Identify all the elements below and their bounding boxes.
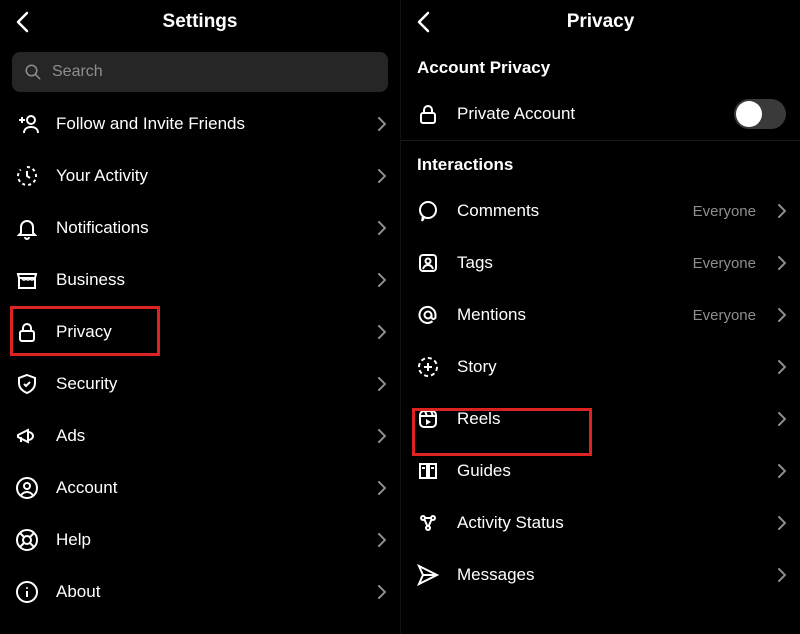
settings-item-security[interactable]: Security — [0, 358, 400, 410]
chevron-right-icon — [778, 464, 786, 478]
chevron-right-icon — [378, 169, 386, 183]
privacy-item-reels[interactable]: Reels — [401, 393, 800, 445]
chevron-right-icon — [378, 533, 386, 547]
storefront-icon — [14, 268, 40, 292]
lock-icon — [415, 102, 441, 126]
chevron-left-icon — [15, 11, 29, 33]
row-label: Your Activity — [56, 166, 362, 186]
settings-list: Follow and Invite Friends Your Activity … — [0, 98, 400, 618]
row-label: Messages — [457, 565, 762, 585]
chevron-right-icon — [778, 204, 786, 218]
send-icon — [415, 563, 441, 587]
chevron-right-icon — [378, 377, 386, 391]
add-user-icon — [14, 112, 40, 136]
search-icon — [24, 63, 42, 81]
chevron-left-icon — [416, 11, 430, 33]
reels-icon — [415, 407, 441, 431]
section-interactions: Interactions — [401, 141, 800, 185]
row-label: Story — [457, 357, 762, 377]
row-label: Security — [56, 374, 362, 394]
private-account-row: Private Account — [401, 88, 800, 140]
privacy-item-tags[interactable]: Tags Everyone — [401, 237, 800, 289]
privacy-header: Privacy — [401, 0, 800, 44]
privacy-item-activity-status[interactable]: Activity Status — [401, 497, 800, 549]
chevron-right-icon — [778, 308, 786, 322]
privacy-item-comments[interactable]: Comments Everyone — [401, 185, 800, 237]
clock-icon — [14, 164, 40, 188]
chevron-right-icon — [378, 325, 386, 339]
row-label: Account — [56, 478, 362, 498]
settings-item-privacy[interactable]: Privacy — [0, 306, 400, 358]
settings-item-activity[interactable]: Your Activity — [0, 150, 400, 202]
tag-person-icon — [415, 251, 441, 275]
row-label: Notifications — [56, 218, 362, 238]
story-icon — [415, 355, 441, 379]
privacy-item-mentions[interactable]: Mentions Everyone — [401, 289, 800, 341]
back-button[interactable] — [411, 10, 435, 34]
chevron-right-icon — [778, 256, 786, 270]
settings-item-notifications[interactable]: Notifications — [0, 202, 400, 254]
privacy-item-guides[interactable]: Guides — [401, 445, 800, 497]
lock-icon — [14, 320, 40, 344]
user-circle-icon — [14, 476, 40, 500]
search-bar[interactable]: Search — [12, 52, 388, 92]
search-placeholder: Search — [52, 63, 103, 81]
settings-item-account[interactable]: Account — [0, 462, 400, 514]
settings-title: Settings — [163, 11, 238, 33]
row-value: Everyone — [693, 307, 756, 324]
bell-icon — [14, 216, 40, 240]
shield-icon — [14, 372, 40, 396]
megaphone-icon — [14, 424, 40, 448]
row-label: Reels — [457, 409, 762, 429]
section-account-privacy: Account Privacy — [401, 44, 800, 88]
chevron-right-icon — [778, 516, 786, 530]
row-label: Ads — [56, 426, 362, 446]
back-button[interactable] — [10, 10, 34, 34]
row-value: Everyone — [693, 255, 756, 272]
settings-screen: Settings Search Follow and Invite Friend… — [0, 0, 400, 634]
row-label: Comments — [457, 201, 677, 221]
settings-item-ads[interactable]: Ads — [0, 410, 400, 462]
settings-header: Settings — [0, 0, 400, 44]
chevron-right-icon — [378, 117, 386, 131]
row-label: Private Account — [457, 104, 718, 124]
lifebuoy-icon — [14, 528, 40, 552]
settings-item-help[interactable]: Help — [0, 514, 400, 566]
activity-icon — [415, 511, 441, 535]
info-icon — [14, 580, 40, 604]
privacy-item-messages[interactable]: Messages — [401, 549, 800, 601]
chevron-right-icon — [378, 429, 386, 443]
row-label: Follow and Invite Friends — [56, 114, 362, 134]
settings-item-follow-invite[interactable]: Follow and Invite Friends — [0, 98, 400, 150]
comment-icon — [415, 199, 441, 223]
settings-item-about[interactable]: About — [0, 566, 400, 618]
row-label: About — [56, 582, 362, 602]
chevron-right-icon — [378, 221, 386, 235]
guides-icon — [415, 459, 441, 483]
row-label: Business — [56, 270, 362, 290]
privacy-item-story[interactable]: Story — [401, 341, 800, 393]
settings-item-business[interactable]: Business — [0, 254, 400, 306]
chevron-right-icon — [378, 481, 386, 495]
private-account-toggle[interactable] — [734, 99, 786, 129]
chevron-right-icon — [778, 412, 786, 426]
privacy-title: Privacy — [567, 11, 635, 33]
chevron-right-icon — [378, 273, 386, 287]
row-label: Guides — [457, 461, 762, 481]
row-label: Activity Status — [457, 513, 762, 533]
chevron-right-icon — [378, 585, 386, 599]
at-icon — [415, 303, 441, 327]
row-label: Help — [56, 530, 362, 550]
chevron-right-icon — [778, 360, 786, 374]
row-label: Mentions — [457, 305, 677, 325]
row-label: Privacy — [56, 322, 362, 342]
row-label: Tags — [457, 253, 677, 273]
row-value: Everyone — [693, 203, 756, 220]
chevron-right-icon — [778, 568, 786, 582]
privacy-screen: Privacy Account Privacy Private Account … — [400, 0, 800, 634]
